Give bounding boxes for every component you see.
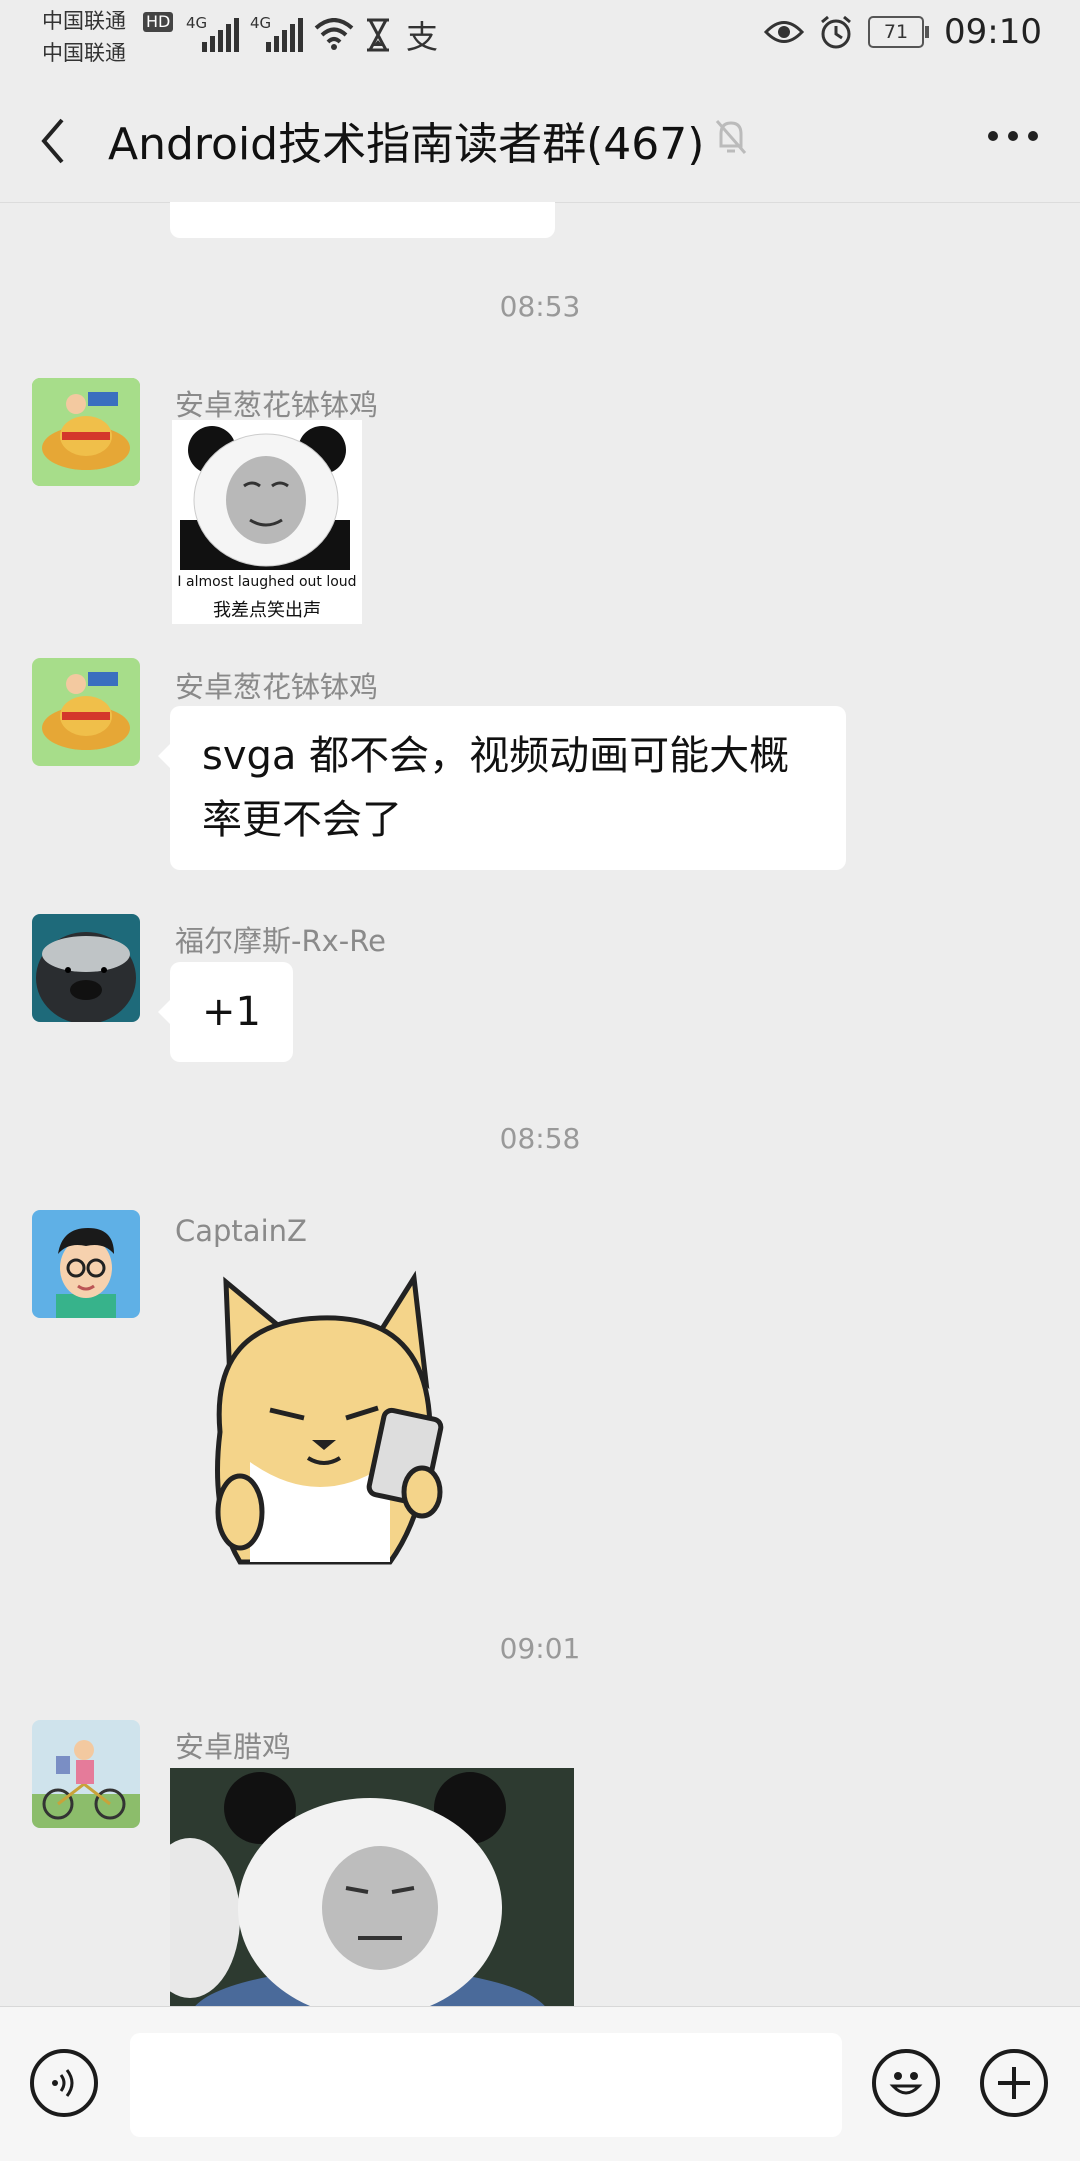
input-bar bbox=[0, 2006, 1080, 2161]
clock: 09:10 bbox=[944, 12, 1042, 52]
hourglass-icon bbox=[367, 18, 389, 52]
sender-name: 安卓腊鸡 bbox=[175, 1730, 292, 1764]
sticker-caption-cn: 我差点笑出声 bbox=[213, 600, 321, 621]
message-input[interactable] bbox=[130, 2033, 842, 2137]
signal-icon-2 bbox=[266, 18, 303, 52]
message-bubble[interactable]: +1 bbox=[158, 962, 293, 1062]
message-text-line: 率更不会了 bbox=[202, 797, 402, 843]
battery-indicator: 71 bbox=[868, 16, 930, 48]
eye-icon bbox=[764, 21, 805, 43]
avatar[interactable] bbox=[32, 1210, 140, 1318]
message-text-line: svga 都不会，视频动画可能大概 bbox=[202, 733, 790, 779]
app-notification-icon: 支 bbox=[406, 18, 439, 56]
sender-name: 安卓葱花钵钵鸡 bbox=[175, 670, 379, 704]
avatar[interactable] bbox=[32, 378, 140, 486]
sticker-shiba[interactable] bbox=[200, 1262, 470, 1574]
timestamp: 09:01 bbox=[499, 1632, 581, 1665]
status-right: 71 09:10 bbox=[764, 12, 1042, 52]
carrier-label-2: 中国联通 bbox=[42, 41, 126, 65]
plus-icon[interactable] bbox=[980, 2049, 1048, 2117]
timestamp: 08:53 bbox=[499, 290, 581, 323]
chat-title: Android技术指南读者群(467) bbox=[108, 119, 705, 170]
sticker-laugh[interactable]: I almost laughed out loud 我差点笑出声 bbox=[172, 420, 362, 624]
timestamp: 08:58 bbox=[499, 1122, 581, 1155]
voice-icon[interactable] bbox=[30, 2049, 98, 2117]
sticker-caption-en: I almost laughed out loud bbox=[177, 574, 357, 590]
alarm-icon bbox=[821, 15, 851, 49]
sender-name: CaptainZ bbox=[175, 1214, 307, 1248]
more-dots-icon[interactable] bbox=[988, 130, 1038, 142]
wifi-icon bbox=[314, 18, 354, 50]
sender-name: 安卓葱花钵钵鸡 bbox=[175, 388, 379, 422]
message-bubble[interactable]: svga 都不会，视频动画可能大概 率更不会了 bbox=[158, 706, 846, 870]
emoji-icon[interactable] bbox=[872, 2049, 940, 2117]
avatar[interactable] bbox=[32, 658, 140, 766]
chat-header: Android技术指南读者群(467) bbox=[0, 68, 1080, 203]
message-input-value bbox=[130, 2033, 842, 2093]
hd-badge: HD bbox=[143, 12, 174, 32]
back-icon[interactable] bbox=[38, 116, 68, 166]
status-bar: 中国联通 中国联通 HD 4G 4G 支 71 09:10 bbox=[0, 0, 1080, 68]
sticker-panda[interactable] bbox=[170, 1768, 574, 2006]
bell-off-icon bbox=[715, 120, 747, 154]
signal-icon bbox=[202, 18, 239, 52]
avatar[interactable] bbox=[32, 1720, 140, 1828]
message-text: +1 bbox=[202, 989, 261, 1035]
carrier-label: 中国联通 bbox=[42, 9, 126, 33]
sender-name: 福尔摩斯-Rx-Re bbox=[175, 924, 386, 958]
message-bubble-partial bbox=[170, 202, 555, 238]
avatar[interactable] bbox=[32, 914, 140, 1022]
